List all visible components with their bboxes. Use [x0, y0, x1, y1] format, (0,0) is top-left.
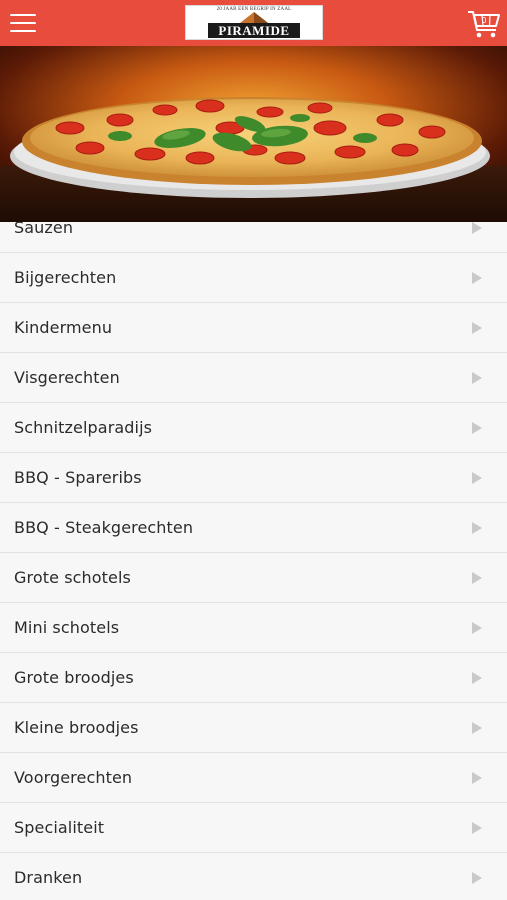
menu-item-bbq-steakgerechten[interactable]: BBQ - Steakgerechten — [0, 503, 507, 553]
chevron-right-icon — [472, 272, 482, 284]
menu-item-label: Grote schotels — [14, 568, 131, 587]
menu-item-bijgerechten[interactable]: Bijgerechten — [0, 253, 507, 303]
cart-count-badge: 0 — [481, 16, 487, 25]
menu-item-voorgerechten[interactable]: Voorgerechten — [0, 753, 507, 803]
chevron-right-icon — [472, 372, 482, 384]
menu-item-label: Visgerechten — [14, 368, 120, 387]
menu-item-label: Voorgerechten — [14, 768, 133, 787]
chevron-right-icon — [472, 472, 482, 484]
chevron-right-icon — [472, 572, 482, 584]
brand-logo[interactable]: 20 JAAR EEN BEGRIP IN ZAAL PIRAMIDE — [185, 5, 323, 40]
app-header: 20 JAAR EEN BEGRIP IN ZAAL PIRAMIDE 0 — [0, 0, 507, 46]
menu-item-specialiteit[interactable]: Specialiteit — [0, 803, 507, 853]
chevron-right-icon — [472, 522, 482, 534]
menu-item-dranken[interactable]: Dranken — [0, 853, 507, 900]
menu-item-label: Dranken — [14, 868, 83, 887]
chevron-right-icon — [472, 722, 482, 734]
app-window: Sauzen Bijgerechten Kindermenu Visgerech… — [0, 0, 507, 900]
logo-tagline: 20 JAAR EEN BEGRIP IN ZAAL — [216, 7, 292, 12]
menu-item-label: Specialiteit — [14, 818, 105, 837]
menu-item-label: BBQ - Spareribs — [14, 468, 142, 487]
menu-item-visgerechten[interactable]: Visgerechten — [0, 353, 507, 403]
chevron-right-icon — [472, 822, 482, 834]
menu-item-label: Bijgerechten — [14, 268, 117, 287]
chevron-right-icon — [472, 772, 482, 784]
menu-item-schnitzelparadijs[interactable]: Schnitzelparadijs — [0, 403, 507, 453]
menu-item-kleine-broodjes[interactable]: Kleine broodjes — [0, 703, 507, 753]
menu-item-kindermenu[interactable]: Kindermenu — [0, 303, 507, 353]
chevron-right-icon — [472, 872, 482, 884]
category-list: Sauzen Bijgerechten Kindermenu Visgerech… — [0, 203, 507, 900]
menu-item-grote-broodjes[interactable]: Grote broodjes — [0, 653, 507, 703]
menu-item-grote-schotels[interactable]: Grote schotels — [0, 553, 507, 603]
chevron-right-icon — [472, 322, 482, 334]
menu-item-label: Kindermenu — [14, 318, 113, 337]
menu-item-label: Grote broodjes — [14, 668, 134, 687]
menu-item-bbq-spareribs[interactable]: BBQ - Spareribs — [0, 453, 507, 503]
hamburger-icon[interactable] — [10, 12, 36, 34]
menu-item-mini-schotels[interactable]: Mini schotels — [0, 603, 507, 653]
chevron-right-icon — [472, 672, 482, 684]
menu-item-label: BBQ - Steakgerechten — [14, 518, 194, 537]
chevron-right-icon — [472, 422, 482, 434]
logo-name: PIRAMIDE — [208, 23, 300, 38]
menu-item-label: Kleine broodjes — [14, 718, 139, 737]
chevron-right-icon — [472, 222, 482, 234]
hero-banner — [0, 46, 507, 222]
pizza-photo — [0, 46, 507, 222]
chevron-right-icon — [472, 622, 482, 634]
menu-item-label: Schnitzelparadijs — [14, 418, 153, 437]
cart-button[interactable]: 0 — [466, 9, 502, 39]
menu-item-label: Mini schotels — [14, 618, 120, 637]
